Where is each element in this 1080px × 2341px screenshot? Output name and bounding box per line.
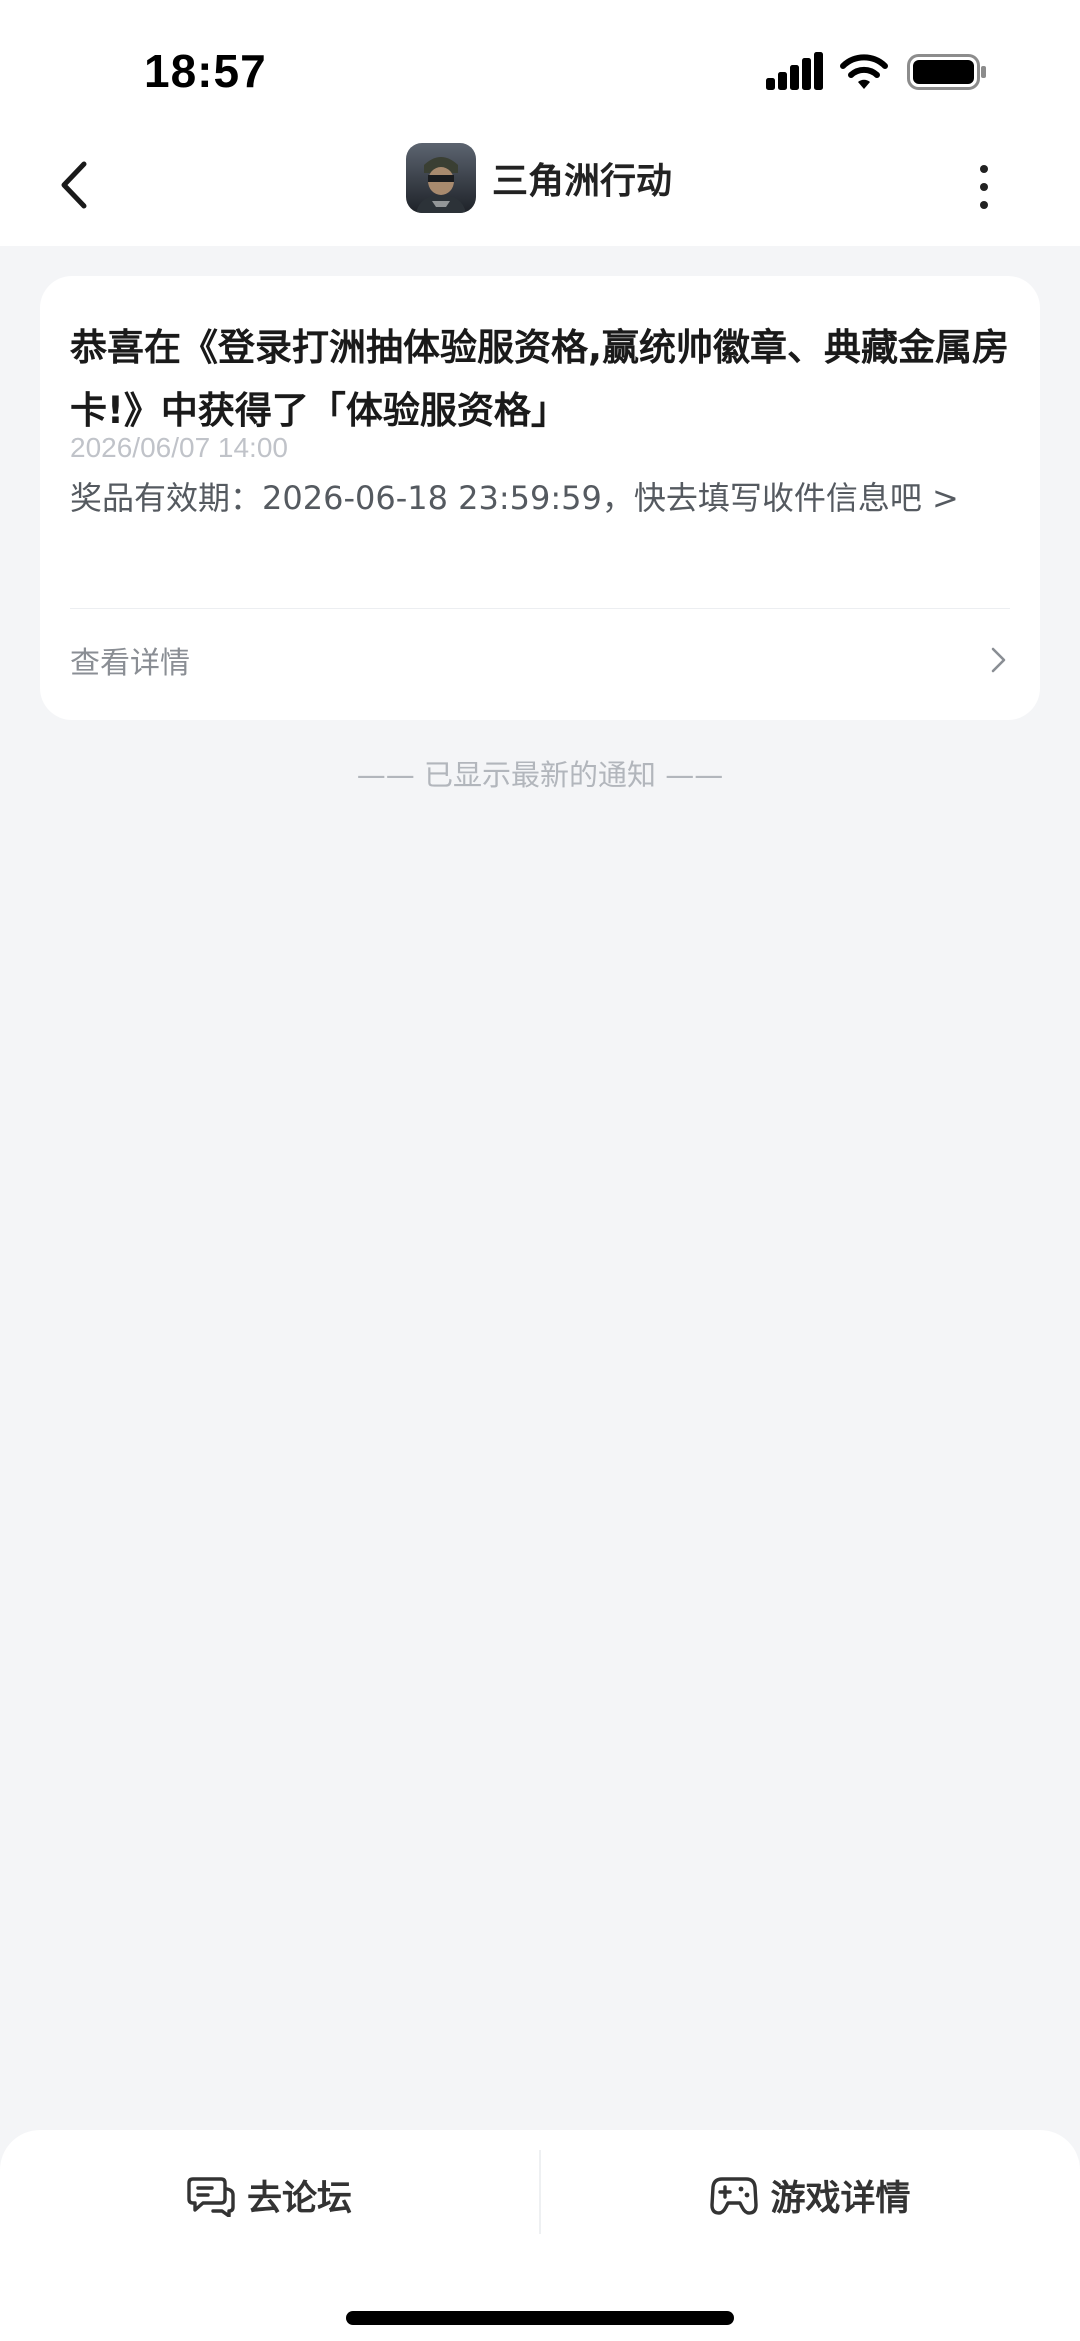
go-forum-button[interactable]: 去论坛	[0, 2130, 539, 2260]
go-forum-label: 去论坛	[246, 2178, 352, 2219]
more-vertical-icon	[980, 165, 988, 173]
chevron-right-icon	[991, 647, 1006, 673]
view-details-link[interactable]: 查看详情	[70, 610, 1010, 710]
home-indicator[interactable]	[346, 2311, 734, 2325]
wifi-icon	[840, 54, 888, 89]
view-details-label: 查看详情	[70, 646, 190, 681]
battery-icon	[907, 54, 986, 90]
game-details-button[interactable]: 游戏详情	[541, 2130, 1080, 2260]
notification-date: 2026/06/07 14:00	[70, 432, 288, 463]
bottom-bar: 去论坛 游戏详情	[0, 2130, 1080, 2341]
card-divider	[70, 608, 1010, 609]
header: 三角洲行动	[0, 130, 1080, 246]
notification-card[interactable]: 恭喜在《登录打洲抽体验服资格,赢统帅徽章、典藏金属房卡!》中获得了「体验服资格」…	[40, 276, 1040, 720]
chevron-left-icon	[61, 161, 87, 209]
notification-description[interactable]: 奖品有效期：2026-06-18 23:59:59，快去填写收件信息吧 >	[70, 470, 1050, 526]
status-time: 18:57	[144, 45, 267, 97]
signal-icon	[766, 52, 823, 90]
latest-notification-note: —— 已显示最新的通知 ——	[356, 758, 724, 792]
more-options-button[interactable]	[964, 152, 1004, 222]
status-bar: 18:57	[0, 0, 1080, 130]
header-title: 三角洲行动	[492, 161, 673, 202]
gamepad-icon	[710, 2177, 759, 2215]
game-details-label: 游戏详情	[770, 2178, 911, 2219]
header-app-info[interactable]: 三角洲行动	[406, 142, 672, 214]
forum-chat-icon	[187, 2177, 235, 2217]
top-area: 18:57 三角洲行动	[0, 0, 1080, 246]
notification-title: 恭喜在《登录打洲抽体验服资格,赢统帅徽章、典藏金属房卡!》中获得了「体验服资格」	[70, 326, 1010, 432]
back-button[interactable]	[44, 152, 104, 218]
game-avatar	[406, 143, 476, 213]
